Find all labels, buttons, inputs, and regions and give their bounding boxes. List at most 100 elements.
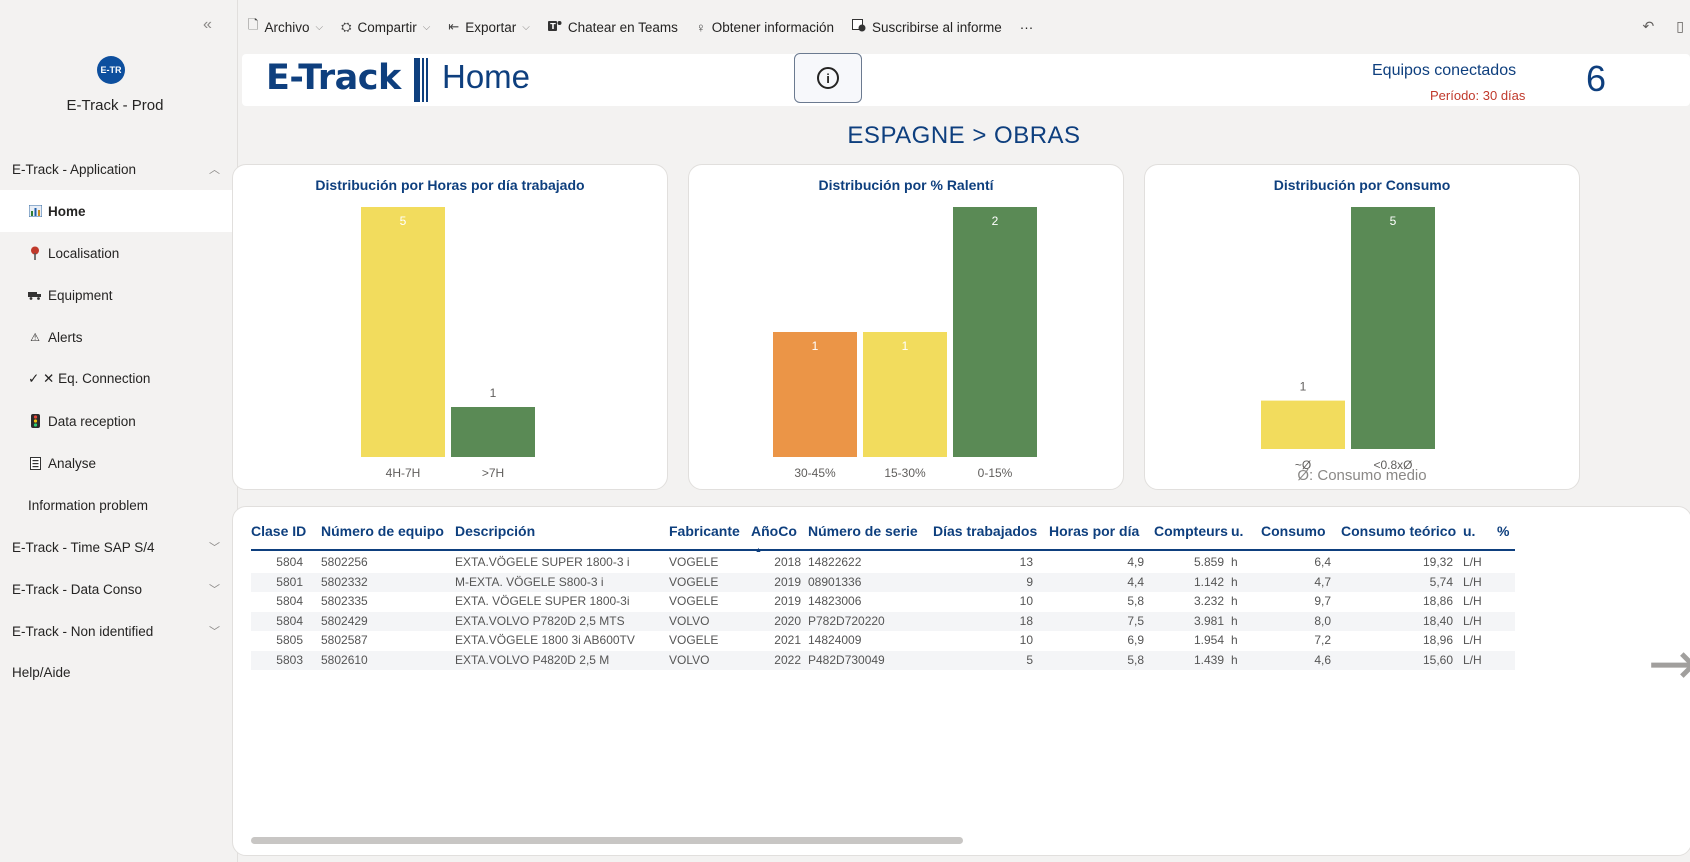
chat-in-teams-label: Chatear en Teams bbox=[567, 19, 678, 35]
table-cell: 3.232 bbox=[1193, 594, 1224, 608]
subscribe-button[interactable]: Suscribirse al informe bbox=[852, 19, 1002, 35]
table-row[interactable]: 5804 5802335 EXTA. VÖGELE SUPER 1800-3i VOG… bbox=[251, 592, 1515, 611]
lightbulb-icon: ♀ bbox=[695, 19, 706, 35]
chart-bar[interactable] bbox=[953, 207, 1037, 457]
table-cell: 5802610 bbox=[321, 652, 368, 667]
table-cell: 5802587 bbox=[321, 633, 368, 647]
chevron-down-icon: ⌵ bbox=[315, 21, 324, 33]
table-cell: 4,4 bbox=[1127, 574, 1144, 589]
sidebar-item-analyse[interactable]: Analyse bbox=[0, 442, 238, 484]
export-menu-label: Exportar bbox=[465, 19, 517, 35]
chart-bar[interactable] bbox=[1351, 207, 1435, 449]
sidebar-item-localisation[interactable]: Localisation bbox=[0, 232, 238, 274]
chart-card-consumption: 1 ~Ø 5 <0.8xØ Distribución por Consumo Ø: C… bbox=[1144, 164, 1580, 490]
table-cell: L/H bbox=[1463, 652, 1482, 667]
table-cell: 5805 bbox=[276, 633, 303, 647]
data-label: 5 bbox=[400, 214, 407, 228]
column-header[interactable]: % bbox=[1497, 523, 1509, 539]
page-title: Home bbox=[442, 58, 531, 95]
column-header[interactable]: u. bbox=[1231, 523, 1243, 539]
table-row[interactable]: 5804 5802429 EXTA.VOLVO P7820D 2,5 MTS VOLV… bbox=[251, 611, 1515, 631]
table-cell: 7,2 bbox=[1314, 633, 1331, 647]
table-cell: 2019 bbox=[774, 574, 801, 589]
kpi-period: Período: 30 días bbox=[1430, 88, 1526, 103]
data-label: 1 bbox=[1300, 380, 1307, 394]
sidebar-item-label: Home bbox=[48, 203, 86, 219]
table-cell: 6,4 bbox=[1314, 555, 1331, 569]
section-etrack-application[interactable]: E-Track - Application ︿ bbox=[0, 148, 238, 190]
table-cell: 10 bbox=[1019, 594, 1033, 608]
chart-card-hours: 5 4H-7H 1 >7H Distribución por Horas por dí… bbox=[232, 164, 668, 490]
column-header[interactable]: Compteurs bbox=[1154, 523, 1228, 539]
chevron-down-icon: ⌵ bbox=[522, 21, 530, 33]
undo-icon[interactable]: ↶ bbox=[1643, 18, 1655, 35]
horizontal-scrollbar[interactable] bbox=[251, 837, 963, 844]
table-cell: 1.954 bbox=[1193, 633, 1224, 647]
more-options-button[interactable]: ··· bbox=[1020, 20, 1034, 35]
column-header[interactable]: Horas por día bbox=[1049, 523, 1139, 539]
table-cell: 5804 bbox=[276, 594, 303, 608]
section-etrack-data-conso[interactable]: E-Track - Data Conso ﹀ bbox=[0, 568, 238, 610]
section-label: E-Track - Application bbox=[12, 161, 137, 177]
chart-title: Distribución por Consumo bbox=[1273, 177, 1451, 193]
column-header[interactable]: Número de serie bbox=[808, 523, 918, 539]
table-cell: h bbox=[1231, 613, 1238, 628]
table-cell: 14824009 bbox=[808, 633, 862, 647]
info-icon: i bbox=[817, 67, 839, 89]
get-insights-button[interactable]: ♀ Obtener información bbox=[696, 20, 834, 35]
table-row[interactable]: 5804 5802256 EXTA.VÖGELE SUPER 1800-3 i VOG… bbox=[251, 553, 1515, 572]
file-menu[interactable]: 🗋 Archivo ⌵ bbox=[248, 16, 323, 38]
sidebar-item-data-reception[interactable]: Data reception bbox=[0, 400, 238, 442]
brand-logo: E-Track bbox=[266, 58, 401, 98]
navigation-pane: « E-TR E-Track - Prod E-Track - Applicat… bbox=[0, 0, 238, 862]
view-icon[interactable]: ▯ bbox=[1676, 18, 1684, 35]
sidebar-item-information-problem[interactable]: Information problem bbox=[0, 484, 238, 526]
column-header[interactable]: Consumo bbox=[1261, 523, 1326, 539]
chart-bar[interactable] bbox=[451, 407, 535, 457]
sidebar-item-help[interactable]: Help/Aide bbox=[0, 652, 238, 692]
table-cell: 18,86 bbox=[1422, 594, 1453, 608]
export-menu[interactable]: ⇤ Exportar ⌵ bbox=[448, 19, 530, 35]
share-menu[interactable]: ⛭ Compartir ⌵ bbox=[341, 19, 430, 35]
table-cell: 10 bbox=[1019, 633, 1033, 647]
table-cell: 8,0 bbox=[1314, 613, 1331, 628]
warning-icon: ⚠ bbox=[30, 331, 40, 344]
sidebar-item-alerts[interactable]: ⚠ Alerts bbox=[0, 316, 238, 358]
column-header[interactable]: Fabricante bbox=[669, 523, 740, 539]
sidebar-item-eq-connection[interactable]: ✓ ✕ Eq. Connection bbox=[0, 358, 238, 400]
column-header[interactable]: Descripción bbox=[455, 523, 535, 539]
table-cell: VOGELE bbox=[669, 594, 719, 608]
collapse-pane-button[interactable]: « bbox=[203, 16, 212, 34]
table-cell: P782D720220 bbox=[808, 613, 885, 628]
section-etrack-non-identified[interactable]: E-Track - Non identified ﹀ bbox=[0, 610, 238, 652]
chevron-down-icon: ⌵ bbox=[422, 21, 431, 33]
chat-in-teams-button[interactable]: T Chatear en Teams bbox=[547, 19, 678, 35]
table-cell: 5802332 bbox=[321, 574, 368, 589]
table-cell: 4,9 bbox=[1127, 555, 1144, 569]
sidebar-item-equipment[interactable]: Equipment bbox=[0, 274, 238, 316]
table-cell: 5804 bbox=[276, 555, 303, 569]
next-page-arrow-icon[interactable]: → bbox=[1648, 634, 1690, 694]
chart-bar[interactable] bbox=[1261, 400, 1345, 449]
share-menu-label: Compartir bbox=[357, 19, 417, 35]
column-header[interactable]: Número de equipo bbox=[321, 523, 444, 539]
table-cell: 5802335 bbox=[321, 594, 368, 608]
table-cell: 4,7 bbox=[1314, 574, 1331, 589]
brand-separator bbox=[414, 58, 432, 102]
table-cell: VOLVO bbox=[669, 613, 710, 628]
sidebar-item-home[interactable]: Home bbox=[0, 190, 232, 232]
table-row[interactable]: 5805 5802587 EXTA.VÖGELE 1800 3i AB600TV VO… bbox=[251, 631, 1515, 650]
column-header[interactable]: Clase ID bbox=[251, 523, 306, 539]
column-header[interactable]: u. bbox=[1463, 523, 1475, 539]
chevron-down-icon: ﹀ bbox=[209, 626, 220, 638]
column-header[interactable]: AñoCo bbox=[751, 523, 797, 539]
info-button[interactable]: i bbox=[794, 53, 862, 103]
table-cell: 15,60 bbox=[1422, 652, 1453, 667]
column-header[interactable]: Consumo teórico bbox=[1341, 523, 1456, 539]
table-row[interactable]: 5801 5802332 M-EXTA. VÖGELE S800-3 i VOGELE… bbox=[251, 572, 1515, 592]
table-row[interactable]: 5803 5802610 EXTA.VOLVO P4820D 2,5 M VOLVO 2… bbox=[251, 650, 1515, 670]
equipment-table: Clase ID Número de equipo Descripción Fabri… bbox=[232, 506, 1690, 856]
chart-bar[interactable] bbox=[361, 207, 445, 457]
column-header[interactable]: Días trabajados bbox=[933, 523, 1037, 539]
section-etrack-time-sap[interactable]: E-Track - Time SAP S/4 ﹀ bbox=[0, 526, 238, 568]
